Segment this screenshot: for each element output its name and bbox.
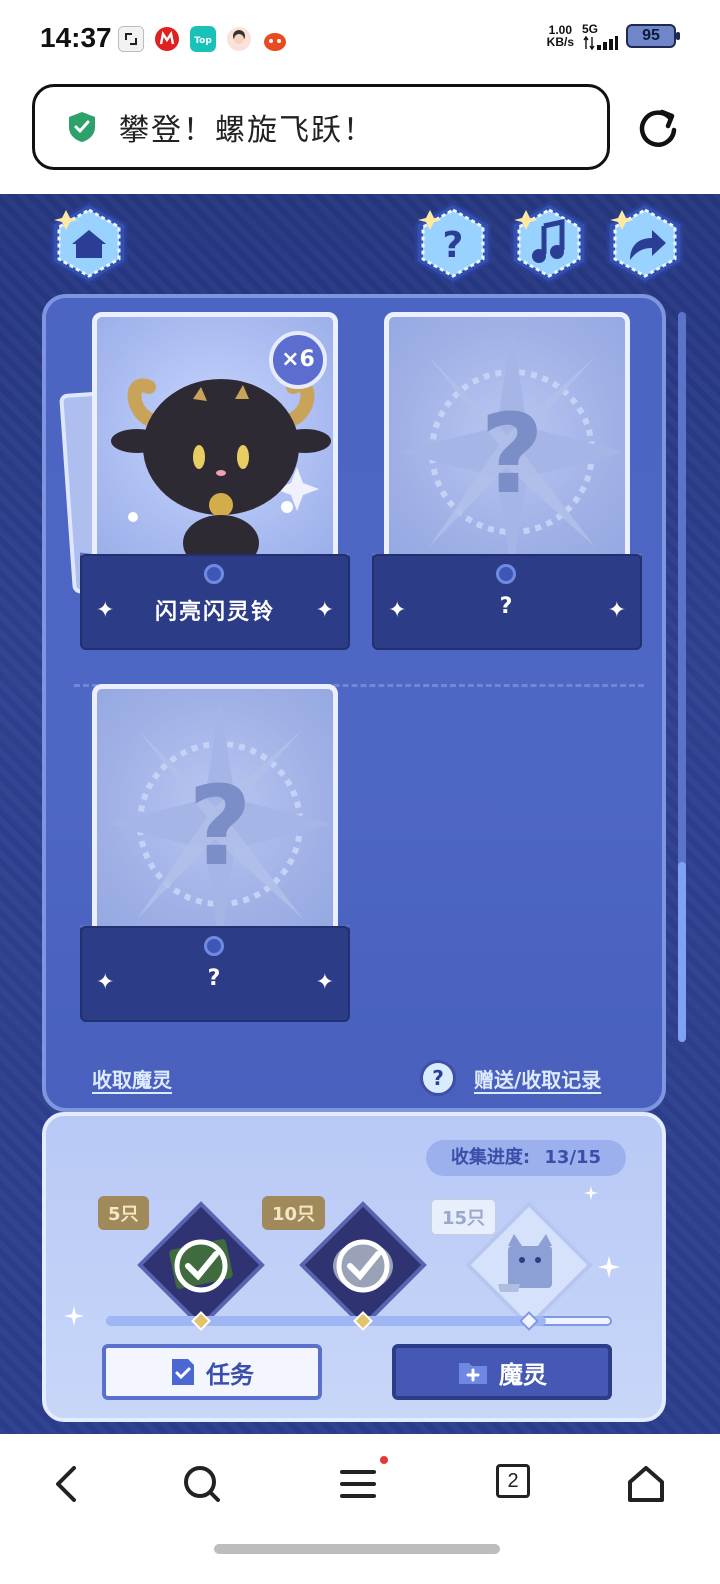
sparkle-icon bbox=[598, 1256, 620, 1278]
page-title: 攀登！螺旋飞跃！ bbox=[119, 113, 375, 148]
home-icon[interactable] bbox=[626, 1464, 666, 1504]
progress-value: 13/15 bbox=[544, 1147, 602, 1168]
title-bar: 攀登！螺旋飞跃！ bbox=[0, 80, 720, 194]
bottom-nav bbox=[0, 1434, 720, 1584]
shield-check-icon bbox=[69, 112, 95, 142]
task-doc-icon bbox=[172, 1359, 194, 1385]
locked-card[interactable]: ? ✦ ✦ ? bbox=[372, 312, 642, 652]
reward-tag: 15只 bbox=[430, 1198, 498, 1236]
records-help-icon[interactable]: ? bbox=[420, 1060, 456, 1096]
battery-indicator: 95 bbox=[626, 24, 680, 48]
collection-panel: ×6 ✦ ✦ 闪亮闪灵铃 ? ✦ ✦ ? ? ✦ ✦ ? 收取魔灵 ? 赠送/收… bbox=[42, 294, 666, 1112]
share-icon[interactable] bbox=[602, 200, 688, 286]
status-time: 14:37 bbox=[40, 22, 112, 53]
tabs-count-button[interactable]: 2 bbox=[496, 1464, 530, 1498]
svg-text:Top: Top bbox=[194, 36, 212, 46]
status-right: 1.00 KB/s 5G 95 bbox=[547, 22, 680, 50]
status-bar: 14:37 Top 1.00 KB/s 5G 95 bbox=[0, 0, 720, 80]
collect-spirit-link[interactable]: 收取魔灵 bbox=[92, 1064, 172, 1093]
sparkle-icon bbox=[584, 1186, 598, 1200]
reward-tag: 10只 bbox=[262, 1196, 326, 1230]
records-link[interactable]: 赠送/收取记录 bbox=[474, 1064, 601, 1093]
card-pin bbox=[204, 936, 224, 956]
network-type: 5G bbox=[582, 22, 599, 36]
svg-text:?: ? bbox=[480, 390, 544, 518]
menu-icon[interactable] bbox=[338, 1464, 378, 1504]
notification-dot bbox=[380, 1456, 388, 1464]
avatar-app-icon bbox=[227, 27, 251, 51]
sync-app-icon bbox=[118, 26, 144, 52]
back-icon[interactable] bbox=[48, 1464, 88, 1504]
signal-icon bbox=[583, 36, 618, 50]
svg-text:?: ? bbox=[443, 225, 464, 266]
notification-icons: Top bbox=[118, 26, 288, 52]
net-speed: 1.00 KB/s bbox=[547, 24, 574, 48]
top-app-icon: Top bbox=[190, 26, 216, 52]
progress-label-text: 收集进度: bbox=[450, 1147, 531, 1168]
card-count-badge: ×6 bbox=[269, 331, 327, 389]
card-name: ? bbox=[207, 966, 223, 991]
svg-text:?: ? bbox=[188, 762, 252, 890]
home-icon[interactable] bbox=[46, 200, 132, 286]
task-button-label: 任务 bbox=[206, 1360, 254, 1389]
task-button[interactable]: 任务 bbox=[102, 1344, 322, 1400]
network-indicator: 5G bbox=[582, 22, 618, 50]
card-name: ? bbox=[499, 594, 515, 619]
spirit-card[interactable]: ×6 ✦ ✦ 闪亮闪灵铃 bbox=[59, 312, 350, 652]
metro-app-icon bbox=[155, 27, 179, 51]
net-speed-unit: KB/s bbox=[546, 35, 574, 49]
reload-icon[interactable] bbox=[634, 104, 682, 152]
folder-add-icon bbox=[459, 1363, 487, 1384]
search-icon[interactable] bbox=[182, 1464, 222, 1504]
title-pill[interactable]: 攀登！螺旋飞跃！ bbox=[32, 84, 610, 170]
reward-tag: 5只 bbox=[98, 1196, 149, 1230]
music-icon[interactable] bbox=[506, 200, 592, 286]
collection-progress: 收集进度: 13/15 bbox=[426, 1140, 626, 1176]
locked-card[interactable]: ? ✦ ✦ ? bbox=[80, 684, 350, 1024]
card-pin bbox=[204, 564, 224, 584]
spirit-button[interactable]: 魔灵 bbox=[392, 1344, 612, 1400]
progress-panel: 收集进度: 13/15 5只 10只 15只 任务 魔灵 bbox=[42, 1112, 666, 1422]
progress-fill bbox=[106, 1316, 546, 1326]
game-area: ? ×6 ✦ ✦ 闪亮闪灵铃 ? ✦ ✦ ? ? ✦ ✦ ? 收取魔灵 ? 赠送… bbox=[0, 194, 720, 1434]
spirit-button-label: 魔灵 bbox=[499, 1360, 547, 1389]
scrollbar-thumb[interactable] bbox=[678, 862, 686, 1042]
home-indicator[interactable] bbox=[214, 1544, 500, 1554]
card-name: 闪亮闪灵铃 bbox=[154, 600, 275, 625]
help-icon[interactable]: ? bbox=[410, 200, 496, 286]
sparkle-icon bbox=[64, 1306, 84, 1326]
game-app-icon bbox=[264, 33, 286, 51]
card-pin bbox=[496, 564, 516, 584]
